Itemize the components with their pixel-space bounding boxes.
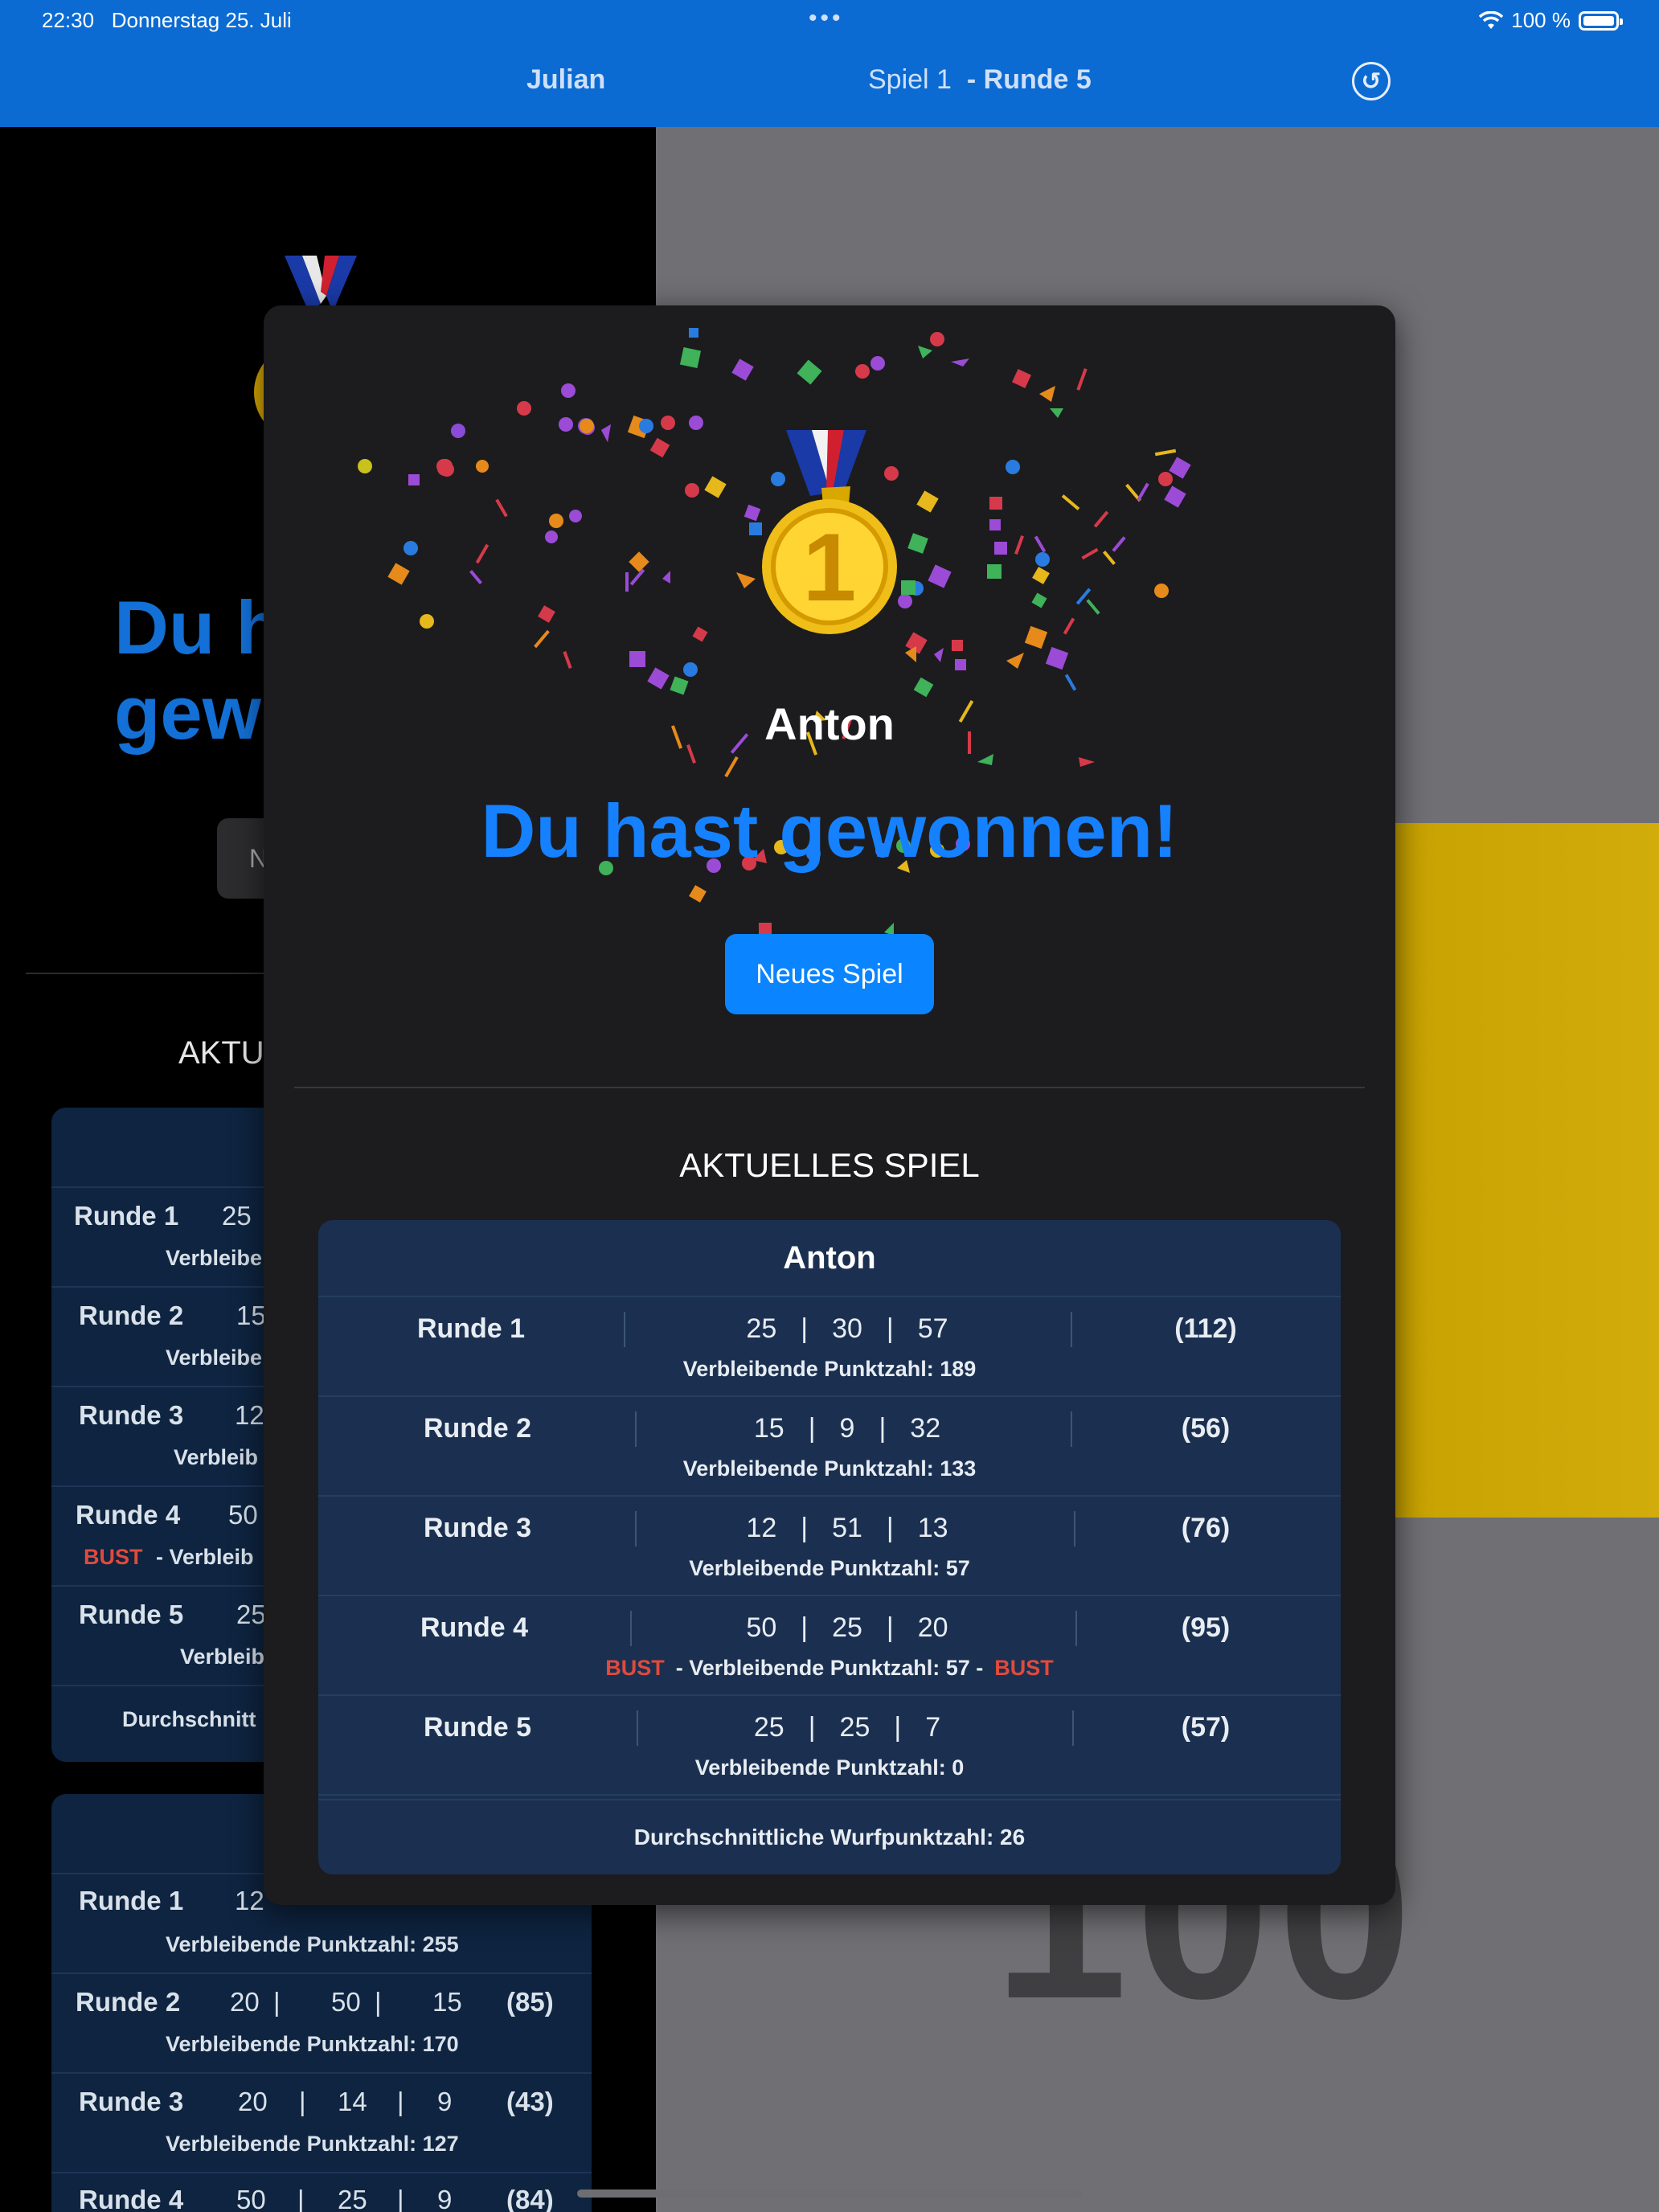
undo-icon[interactable]: ↺	[1352, 62, 1391, 100]
remaining-score: BUST - Verbleibende Punktzahl: 57 - BUST	[605, 1656, 1054, 1680]
round-total: (57)	[1181, 1712, 1231, 1743]
round-total: (112)	[1174, 1313, 1237, 1344]
round-row: Runde 2 15 | 9 | 32 (56) Verbleibende Punktz…	[318, 1397, 1341, 1497]
win-modal: 1 Anton Du hast gewonnen! Neues Spiel AK…	[264, 305, 1395, 1905]
bg-win-text: Du h gew	[114, 585, 282, 755]
bg-row: Runde 4 50 | 25 | 9 (84)	[79, 2185, 554, 2212]
svg-text:1: 1	[803, 514, 857, 621]
remaining-score: Verbleibende Punktzahl: 133	[682, 1456, 977, 1481]
throws: 12 | 51 | 13	[746, 1513, 948, 1543]
win-message: Du hast gewonnen!	[481, 789, 1178, 873]
gold-medal-icon: 1	[762, 430, 897, 634]
bust-label: BUST	[605, 1656, 665, 1680]
score-card: Anton Runde 1 25 | 30 | 57 (112) Verbleibend…	[318, 1220, 1341, 1874]
round-label: Runde 1	[416, 1313, 526, 1344]
throws: 25 | 30 | 57	[746, 1313, 948, 1344]
divider	[294, 1087, 1365, 1088]
round-total: (56)	[1181, 1413, 1231, 1444]
remaining-score: Verbleibende Punktzahl: 0	[694, 1755, 965, 1780]
wifi-icon	[1479, 10, 1504, 29]
winner-name: Anton	[764, 698, 895, 749]
current-game-heading: AKTUELLES SPIEL	[679, 1146, 980, 1184]
nav-game-title: Spiel 1 - Runde 5	[868, 64, 1092, 95]
new-game-button[interactable]: Neues Spiel	[725, 934, 934, 1014]
round-row: Runde 5 25 | 25 | 7 (57) Verbleibende Punktz…	[318, 1696, 1341, 1796]
round-label: Runde 4	[420, 1612, 529, 1643]
round-total: (95)	[1181, 1612, 1231, 1643]
multitask-dots[interactable]: •••	[809, 5, 844, 32]
remaining-score: Verbleibende Punktzahl: 57	[689, 1556, 970, 1580]
round-row: Runde 4 50 | 25 | 20 (95) BUST - Verbleibende…	[318, 1596, 1341, 1696]
bg-heading: AKTU	[178, 1035, 264, 1071]
status-time: 22:30 Donnerstag 25. Juli	[42, 8, 292, 32]
nav-player-name: Julian	[526, 64, 606, 95]
throws: 15 | 9 | 32	[753, 1413, 941, 1444]
top-bar: 22:30 Donnerstag 25. Juli ••• 100 % Juli…	[0, 0, 1659, 127]
status-right: 100 %	[1479, 8, 1623, 33]
bg-row: Runde 3 20 | 14 | 9 (43) Verbleibende Pu…	[51, 2074, 592, 2173]
home-indicator[interactable]	[577, 2189, 1082, 2198]
throws: 50 | 25 | 20	[746, 1612, 948, 1643]
bg-row: Runde 2 20 | 50 | 15 (85) Verbleibende P…	[51, 1974, 592, 2074]
average-score: Durchschnittliche Wurfpunktzahl: 26	[318, 1799, 1341, 1874]
battery-icon	[1579, 10, 1623, 31]
round-row: Runde 1 25 | 30 | 57 (112) Verbleibende Punk…	[318, 1297, 1341, 1397]
bust-label: BUST	[994, 1656, 1054, 1680]
round-label: Runde 3	[423, 1513, 532, 1543]
round-label: Runde 2	[423, 1413, 532, 1444]
round-row: Runde 3 12 | 51 | 13 (76) Verbleibende Punkt…	[318, 1497, 1341, 1596]
ribbon-icon	[285, 256, 357, 312]
throws: 25 | 25 | 7	[753, 1712, 941, 1743]
card-player-name: Anton	[318, 1220, 1341, 1297]
round-total: (76)	[1181, 1513, 1231, 1543]
confetti-pieces	[436, 417, 594, 473]
remaining-score: Verbleibende Punktzahl: 189	[682, 1357, 977, 1381]
battery-text: 100 %	[1511, 8, 1571, 32]
round-label: Runde 5	[423, 1712, 532, 1743]
